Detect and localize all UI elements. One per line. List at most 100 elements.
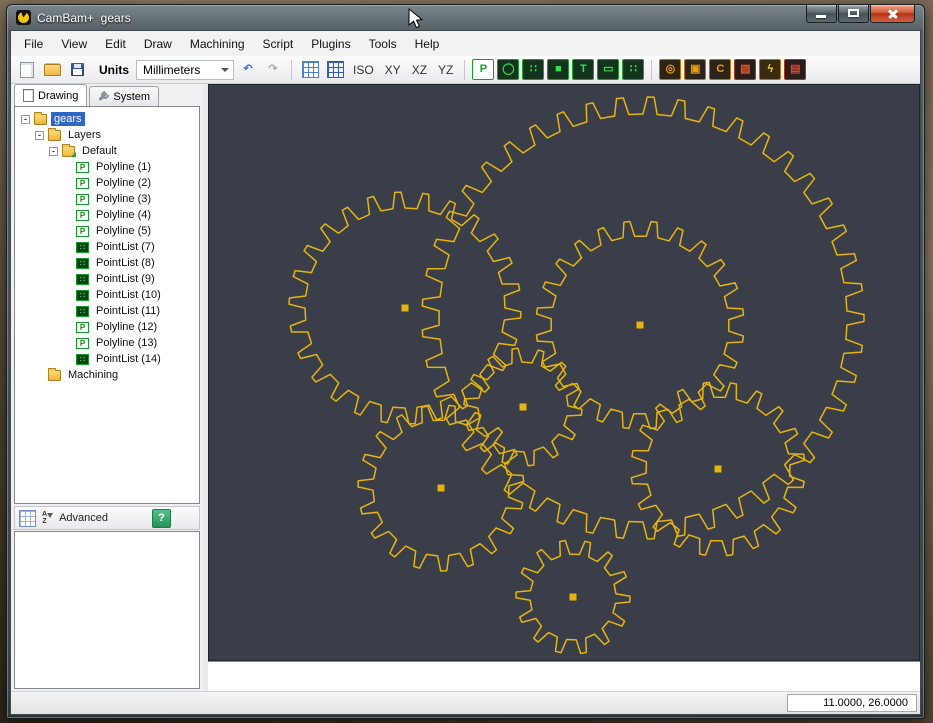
tree-item[interactable]: ∷PointList (10) xyxy=(15,287,199,303)
gear-right-center-point[interactable] xyxy=(715,466,722,473)
pointlist-icon: ∷ xyxy=(76,258,89,269)
tree-item[interactable]: ∷PointList (14) xyxy=(15,351,199,367)
save-file-icon[interactable] xyxy=(66,59,88,80)
tree-item[interactable]: PPolyline (4) xyxy=(15,207,199,223)
tree-item[interactable]: ∷PointList (11) xyxy=(15,303,199,319)
yz-plane-button[interactable]: YZ xyxy=(434,61,457,79)
draw-rect-icon[interactable]: ▭ xyxy=(597,59,619,80)
new-file-icon[interactable] xyxy=(16,59,38,80)
drill-icon[interactable]: ◎ xyxy=(659,59,681,80)
menu-machining[interactable]: Machining xyxy=(181,33,254,55)
expander-icon[interactable]: - xyxy=(49,147,58,156)
gcode-icon[interactable]: ▤ xyxy=(784,59,806,80)
tab-drawing[interactable]: Drawing xyxy=(14,84,87,106)
gear-large[interactable] xyxy=(422,97,864,539)
draw-surface-icon[interactable]: ■ xyxy=(547,59,569,80)
drawing-canvas[interactable] xyxy=(208,84,920,661)
client-area: FileViewEditDrawMachiningScriptPluginsTo… xyxy=(10,30,921,715)
gear-middle-center-point[interactable] xyxy=(637,322,644,329)
menubar: FileViewEditDrawMachiningScriptPluginsTo… xyxy=(11,31,920,56)
menu-file[interactable]: File xyxy=(15,33,52,55)
tree-item[interactable]: ∷ PointList (9) xyxy=(15,271,199,287)
menu-tools[interactable]: Tools xyxy=(360,33,406,55)
tree-item-label: Machining xyxy=(65,368,121,382)
menu-plugins[interactable]: Plugins xyxy=(302,33,359,55)
desktop: { "window": { "title": "CamBam+ gears" }… xyxy=(0,0,933,723)
expander-icon[interactable]: - xyxy=(35,131,44,140)
maximize-button[interactable] xyxy=(838,5,869,23)
gear-small-center-center-point[interactable] xyxy=(520,404,527,411)
menu-view[interactable]: View xyxy=(52,33,96,55)
tree-item-label: Polyline (12) xyxy=(93,320,160,334)
open-file-icon[interactable] xyxy=(41,59,63,80)
menu-edit[interactable]: Edit xyxy=(96,33,135,55)
polyline-icon: P xyxy=(76,178,89,189)
tree-item-label: Layers xyxy=(65,128,104,142)
expander-icon[interactable]: - xyxy=(21,115,30,124)
tree-item[interactable]: -gears xyxy=(15,111,199,127)
tree-item[interactable]: PPolyline (2) xyxy=(15,175,199,191)
app-window: CamBam+ gears FileViewEditDrawMachiningS… xyxy=(6,4,925,719)
redo-icon[interactable]: ↷ xyxy=(262,59,284,80)
folder-icon xyxy=(48,130,61,141)
units-combobox[interactable]: Millimeters xyxy=(136,60,234,80)
tree-item[interactable]: PPolyline (3) xyxy=(15,191,199,207)
undo-icon[interactable]: ↶ xyxy=(237,59,259,80)
tree-item[interactable]: ∷PointList (7) xyxy=(15,239,199,255)
tree-item[interactable]: PPolyline (12) xyxy=(15,319,199,335)
separator xyxy=(651,60,652,80)
pointlist-icon: ∷ xyxy=(76,242,89,253)
xy-plane-button[interactable]: XY xyxy=(381,61,405,79)
pointlist-icon: ∷ xyxy=(76,274,89,285)
draw-circle-icon[interactable]: ◯ xyxy=(497,59,519,80)
engrave-icon[interactable]: ▨ xyxy=(734,59,756,80)
menu-draw[interactable]: Draw xyxy=(135,33,181,55)
gear-top-left-center-point[interactable] xyxy=(402,305,409,312)
properties-toolbar: A Z Advanced ? xyxy=(14,506,200,530)
tree-item[interactable]: - Default xyxy=(15,143,199,159)
units-value: Millimeters xyxy=(143,63,200,77)
tree-item-label: Polyline (3) xyxy=(93,192,154,206)
tree-item[interactable]: PPolyline (1) xyxy=(15,159,199,175)
xz-plane-button[interactable]: XZ xyxy=(408,61,431,79)
tab-system[interactable]: System xyxy=(89,86,159,106)
draw-pointlist-icon[interactable]: ∷ xyxy=(522,59,544,80)
speeds-icon[interactable]: ϟ xyxy=(759,59,781,80)
folder-icon xyxy=(48,370,61,381)
advanced-label[interactable]: Advanced xyxy=(59,512,108,524)
minimize-button[interactable] xyxy=(806,5,837,23)
pocket-icon[interactable]: ▣ xyxy=(684,59,706,80)
gear-bottom-center-point[interactable] xyxy=(570,594,577,601)
wrench-icon xyxy=(98,91,109,102)
display-grid-icon[interactable] xyxy=(324,59,346,80)
draw-points-icon[interactable]: ∷ xyxy=(622,59,644,80)
tree-item-label: Polyline (5) xyxy=(93,224,154,238)
tree-item[interactable]: P Polyline (5) xyxy=(15,223,199,239)
menu-script[interactable]: Script xyxy=(254,33,303,55)
close-button[interactable] xyxy=(870,5,915,23)
bottom-strip xyxy=(208,661,920,691)
sort-alphabetical-icon[interactable]: A Z xyxy=(42,511,53,525)
polyline-icon: P xyxy=(76,226,89,237)
help-button[interactable]: ? xyxy=(152,509,171,528)
cambam-logo-icon[interactable] xyxy=(16,10,31,25)
pointlist-icon: ∷ xyxy=(76,354,89,365)
profile-icon[interactable]: C xyxy=(709,59,731,80)
tree-item[interactable]: Machining xyxy=(15,367,199,383)
menu-help[interactable]: Help xyxy=(406,33,449,55)
tree-item[interactable]: - Layers xyxy=(15,127,199,143)
gears-drawing xyxy=(209,85,920,661)
iso-view-button[interactable]: ISO xyxy=(349,61,378,79)
tree-item[interactable]: ∷PointList (8) xyxy=(15,255,199,271)
drawing-page-icon xyxy=(23,89,34,102)
draw-text-icon[interactable]: T xyxy=(572,59,594,80)
snap-grid-icon[interactable] xyxy=(299,59,321,80)
categorized-view-icon[interactable] xyxy=(19,510,36,527)
main-area: Drawing System -gears-Layers-DefaultPPol… xyxy=(11,84,920,691)
gear-bottom-left-center-point[interactable] xyxy=(438,485,445,492)
tree-item[interactable]: PPolyline (13) xyxy=(15,335,199,351)
titlebar[interactable]: CamBam+ gears xyxy=(10,5,921,30)
draw-polyline-icon[interactable]: P xyxy=(472,59,494,80)
tree-item-label: PointList (9) xyxy=(93,272,158,286)
tree-item-label: Default xyxy=(79,144,120,158)
